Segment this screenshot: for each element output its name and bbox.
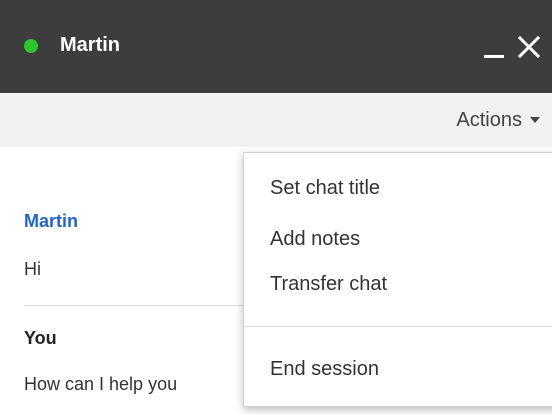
- chat-title: Martin: [60, 34, 120, 56]
- chat-window: Martin Actions Martin Hi You How can I h…: [0, 0, 552, 414]
- minimize-icon: [484, 55, 504, 58]
- menu-divider: [244, 326, 552, 327]
- menu-item-add-notes[interactable]: Add notes: [270, 228, 360, 251]
- message-text: How can I help you: [24, 374, 178, 394]
- close-button[interactable]: [515, 30, 543, 62]
- caret-down-icon: [530, 117, 540, 123]
- message-sender: You: [24, 328, 57, 348]
- menu-item-set-chat-title[interactable]: Set chat title: [270, 177, 380, 200]
- online-status-icon: [24, 39, 38, 53]
- chat-titlebar: Martin: [0, 0, 552, 93]
- minimize-button[interactable]: [480, 28, 508, 64]
- actions-dropdown-button[interactable]: Actions: [456, 107, 540, 133]
- actions-label: Actions: [456, 108, 522, 131]
- close-icon: [517, 35, 541, 59]
- menu-item-end-session[interactable]: End session: [270, 358, 379, 381]
- actions-bar: Actions: [0, 93, 552, 147]
- message-divider: [24, 305, 254, 306]
- message-sender: Martin: [24, 211, 78, 231]
- message-text: Hi: [24, 259, 41, 279]
- menu-item-transfer-chat[interactable]: Transfer chat: [270, 273, 387, 296]
- actions-dropdown-menu: Set chat title Add notes Transfer chat E…: [243, 152, 552, 407]
